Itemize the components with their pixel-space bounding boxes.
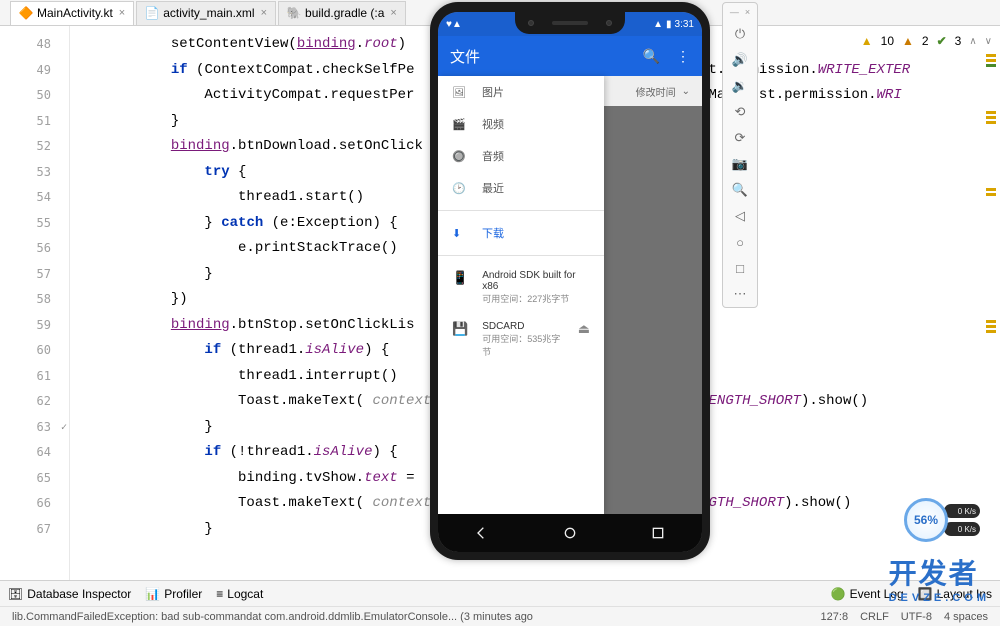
- close-icon[interactable]: ×: [261, 7, 267, 19]
- more-icon[interactable]: ⋮: [676, 48, 690, 65]
- app-toolbar: 文件 🔍 ⋮: [438, 36, 702, 76]
- storage-item[interactable]: 📱Android SDK built for x86可用空间：227兆字节: [438, 262, 604, 313]
- drawer-item[interactable]: 🖼图片: [438, 76, 604, 108]
- drawer-icon: 🖼: [452, 86, 468, 99]
- navigation-drawer: 🖼图片🎬视频🔘音频🕑最近 ⬇ 下载 📱Android SDK built for…: [438, 76, 604, 514]
- line-ending[interactable]: CRLF: [860, 611, 889, 623]
- close-icon[interactable]: ×: [390, 7, 396, 19]
- tab-activity-main-xml[interactable]: 📄 activity_main.xml ×: [136, 1, 276, 25]
- back-button[interactable]: ◁: [723, 203, 757, 229]
- xml-file-icon: 📄: [145, 6, 159, 20]
- kotlin-file-icon: 🔶: [19, 6, 33, 20]
- storage-icon: 💾: [452, 321, 468, 358]
- file-encoding[interactable]: UTF-8: [901, 611, 932, 623]
- tab-label: activity_main.xml: [163, 6, 254, 20]
- rotate-left-button[interactable]: ⟲: [723, 99, 757, 125]
- logcat-button[interactable]: ≡ Logcat: [216, 587, 263, 601]
- volume-up-button[interactable]: 🔊: [723, 47, 757, 73]
- emulator-toolbar: —× ⏻ 🔊 🔉 ⟲ ⟳ 📷 🔍 ◁ ○ □ ⋯: [722, 2, 758, 308]
- error-stripe[interactable]: [982, 52, 1000, 572]
- performance-widget[interactable]: 56% 0 K/s 0 K/s: [904, 494, 984, 546]
- overview-button[interactable]: □: [723, 255, 757, 281]
- emulator-window-controls[interactable]: —×: [723, 3, 757, 21]
- chevron-down-icon: ⌄: [682, 86, 690, 97]
- home-button[interactable]: [562, 525, 578, 541]
- gradle-file-icon: 🐘: [287, 6, 301, 20]
- volume-down-button[interactable]: 🔉: [723, 73, 757, 99]
- android-nav-bar: [438, 514, 702, 552]
- drawer-item[interactable]: 🎬视频: [438, 108, 604, 140]
- device-notch: [515, 12, 625, 34]
- indent-setting[interactable]: 4 spaces: [944, 611, 988, 623]
- database-inspector-button[interactable]: 🗄 Database Inspector: [8, 587, 131, 601]
- cpu-circle: 56%: [904, 498, 948, 542]
- rotate-right-button[interactable]: ⟳: [723, 125, 757, 151]
- net-up: 0 K/s: [944, 504, 980, 518]
- net-down: 0 K/s: [944, 522, 980, 536]
- recents-button[interactable]: [650, 525, 666, 541]
- screenshot-button[interactable]: 📷: [723, 151, 757, 177]
- power-button[interactable]: ⏻: [723, 21, 757, 47]
- drawer-item[interactable]: 🔘音频: [438, 140, 604, 172]
- drawer-icon: 🔘: [452, 150, 468, 163]
- back-button[interactable]: [474, 525, 490, 541]
- status-bar: lib.CommandFailedException: bad sub-comm…: [0, 606, 1000, 626]
- tab-mainactivity[interactable]: 🔶 MainActivity.kt ×: [10, 1, 134, 25]
- bottom-toolbar: 🗄 Database Inspector 📊 Profiler ≡ Logcat…: [0, 580, 1000, 606]
- tab-build-gradle[interactable]: 🐘 build.gradle (:a ×: [278, 1, 406, 25]
- drawer-icon: 🕑: [452, 182, 468, 195]
- search-icon[interactable]: 🔍: [643, 48, 660, 65]
- storage-item[interactable]: 💾SDCARD可用空间：535兆字节⏏: [438, 313, 604, 366]
- tab-label: MainActivity.kt: [37, 6, 113, 20]
- more-button[interactable]: ⋯: [723, 281, 757, 307]
- drawer-icon: 🎬: [452, 118, 468, 131]
- line-gutter: 48495051525354555657585960616263✓6465666…: [0, 26, 70, 580]
- profiler-button[interactable]: 📊 Profiler: [145, 587, 202, 601]
- home-button[interactable]: ○: [723, 229, 757, 255]
- app-title: 文件: [450, 46, 480, 67]
- close-icon[interactable]: ×: [119, 7, 125, 19]
- drawer-item-download[interactable]: ⬇ 下载: [438, 217, 604, 249]
- emulator-screen[interactable]: ♥▲ ▲▮3:31 文件 🔍 ⋮ 修改时间 ⌄ 🖼图片🎬视频🔘音频🕑最近 ⬇ 下…: [438, 12, 702, 552]
- storage-icon: 📱: [452, 270, 468, 305]
- watermark: 开发者 DEVZE.COM: [889, 552, 990, 604]
- zoom-button[interactable]: 🔍: [723, 177, 757, 203]
- drawer-item[interactable]: 🕑最近: [438, 172, 604, 204]
- scrim-overlay[interactable]: [604, 106, 702, 514]
- tab-label: build.gradle (:a: [305, 6, 384, 20]
- eject-icon[interactable]: ⏏: [578, 321, 590, 358]
- emulator-device: ♥▲ ▲▮3:31 文件 🔍 ⋮ 修改时间 ⌄ 🖼图片🎬视频🔘音频🕑最近 ⬇ 下…: [430, 2, 710, 560]
- caret-position[interactable]: 127:8: [821, 611, 849, 623]
- download-icon: ⬇: [452, 227, 468, 240]
- status-message: lib.CommandFailedException: bad sub-comm…: [12, 611, 533, 623]
